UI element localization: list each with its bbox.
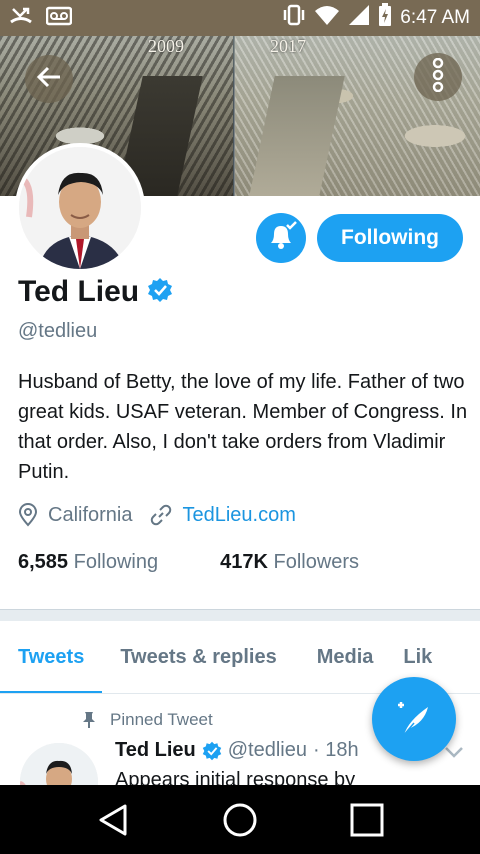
- chevron-down-icon[interactable]: [444, 745, 464, 764]
- tab-media[interactable]: Media: [295, 621, 396, 693]
- notifications-bell-button[interactable]: [256, 213, 306, 263]
- profile-bio: Husband of Betty, the love of my life. F…: [18, 371, 468, 483]
- clock: 6:47 AM: [400, 7, 470, 28]
- nav-back-icon[interactable]: [95, 802, 131, 838]
- avatar-photo: [19, 147, 141, 269]
- tweet-author-name[interactable]: Ted Lieu: [115, 739, 196, 762]
- tab-label: Tweets & replies: [120, 646, 277, 668]
- profile-avatar[interactable]: [15, 143, 145, 273]
- following-button[interactable]: Following: [317, 214, 463, 262]
- compose-feather-icon: [394, 699, 434, 739]
- tab-label: Media: [316, 646, 374, 668]
- verified-badge-icon: [147, 277, 173, 308]
- following-stat[interactable]: 6,585 Following: [18, 551, 158, 574]
- back-button[interactable]: [25, 55, 73, 103]
- wifi-icon: [314, 4, 340, 32]
- tab-tweets[interactable]: Tweets: [0, 621, 103, 693]
- following-count: 6,585: [18, 551, 69, 573]
- tweet-header: Ted Lieu @tedlieu · 18h: [115, 739, 359, 762]
- nav-recents-icon[interactable]: [349, 802, 385, 838]
- banner-year-right: 2017: [270, 36, 306, 56]
- location-pin-icon: [18, 503, 38, 527]
- profile-website-link[interactable]: TedLieu.com: [182, 504, 295, 527]
- profile-location: California: [48, 503, 133, 526]
- tab-label: Tweets: [18, 646, 85, 668]
- tweet-text: Appears initial response by: [115, 769, 356, 785]
- profile-handle: @tedlieu: [18, 320, 98, 342]
- followers-count: 417K: [220, 551, 268, 573]
- tweet-timestamp: · 18h: [313, 739, 359, 761]
- following-label: Following: [73, 551, 159, 573]
- followers-label: Followers: [273, 551, 360, 573]
- missed-call-icon: [10, 6, 32, 31]
- tab-tweets-replies[interactable]: Tweets & replies: [102, 621, 294, 693]
- profile-name-row: Ted Lieu: [18, 275, 173, 309]
- nav-home-icon[interactable]: [222, 802, 258, 838]
- system-nav-bar: [0, 785, 480, 854]
- banner-year-left: 2009: [148, 36, 184, 56]
- more-options-button[interactable]: [414, 53, 462, 101]
- back-arrow-icon: [36, 66, 62, 93]
- link-icon: [150, 504, 172, 526]
- follow-counts: 6,585 Following 417K Followers: [18, 551, 359, 574]
- profile-meta: California TedLieu.com: [18, 503, 296, 527]
- pinned-label: Pinned Tweet: [110, 710, 213, 729]
- pin-icon: [82, 711, 96, 729]
- verified-badge-icon: [202, 741, 222, 761]
- compose-tweet-button[interactable]: [372, 677, 456, 761]
- signal-icon: [348, 4, 370, 32]
- pinned-indicator: Pinned Tweet: [82, 710, 213, 730]
- vibrate-icon: [282, 4, 306, 32]
- profile-name: Ted Lieu: [18, 275, 140, 308]
- tab-label: Lik: [403, 646, 433, 668]
- voicemail-icon: [45, 6, 73, 31]
- battery-icon: [378, 3, 392, 33]
- section-divider: [0, 609, 480, 621]
- followers-stat[interactable]: 417K Followers: [220, 551, 359, 574]
- tweet-avatar[interactable]: [20, 743, 98, 785]
- bell-check-icon: [265, 220, 297, 256]
- more-vertical-icon: [432, 57, 444, 97]
- status-bar: 6:47 AM: [0, 0, 480, 36]
- tweet-author-handle: @tedlieu: [227, 739, 307, 761]
